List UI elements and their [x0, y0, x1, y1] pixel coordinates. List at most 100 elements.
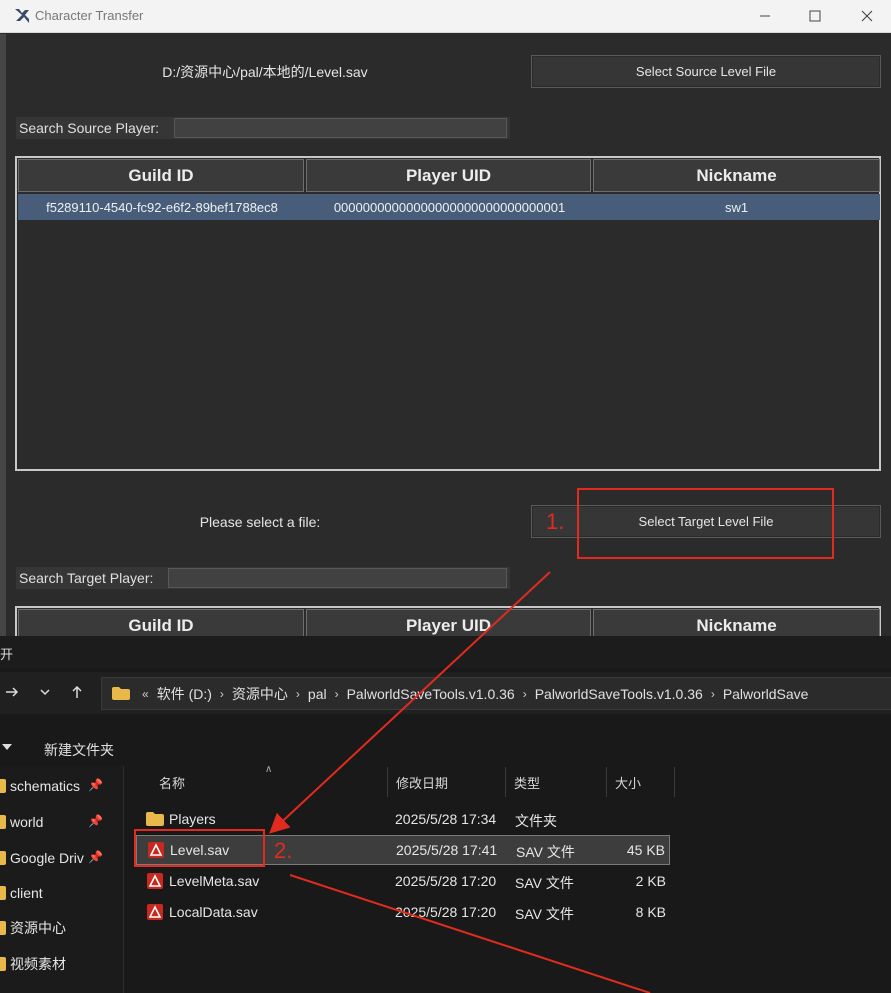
- column-header-type[interactable]: 类型: [506, 767, 607, 797]
- column-player-uid[interactable]: Player UID: [306, 609, 591, 636]
- file-size: 8 KB: [635, 904, 666, 920]
- source-player-table: Guild ID Player UID Nickname f5289110-45…: [15, 156, 881, 471]
- sidebar-item-label: 资源中心: [10, 920, 66, 936]
- folder-icon: [0, 886, 6, 900]
- close-icon: [861, 10, 873, 22]
- file-type: SAV 文件: [516, 844, 575, 860]
- sidebar-item-label: Google Driv: [10, 850, 84, 866]
- folder-icon: [0, 851, 6, 865]
- window-edge: [0, 34, 6, 636]
- file-row-localdata-sav[interactable]: LocalData.sav 2025/5/28 17:20 SAV 文件 8 K…: [136, 898, 670, 926]
- file-type: SAV 文件: [515, 875, 574, 891]
- chevron-right-icon[interactable]: ›: [220, 687, 224, 701]
- chevron-right-icon[interactable]: ›: [296, 687, 300, 701]
- chevron-right-icon[interactable]: ›: [335, 687, 339, 701]
- select-source-level-button[interactable]: Select Source Level File: [531, 55, 881, 88]
- folder-icon: [0, 921, 6, 935]
- sidebar-item-label: schematics: [10, 778, 81, 794]
- column-header-size[interactable]: 大小: [607, 767, 675, 797]
- address-bar-row: « 软件 (D:) › 资源中心 › pal › PalworldSaveToo…: [0, 672, 891, 714]
- annotation-box-step2: [134, 829, 265, 867]
- search-target-label: Search Target Player:: [19, 570, 154, 586]
- file-name: LocalData.sav: [169, 904, 258, 920]
- new-folder-button[interactable]: 新建文件夹: [44, 740, 114, 760]
- annotation-label-step2: 2.: [274, 838, 293, 863]
- up-arrow-icon[interactable]: [67, 682, 87, 702]
- title-bar: Character Transfer: [0, 0, 891, 33]
- folder-icon: [146, 812, 164, 826]
- file-type: SAV 文件: [515, 906, 574, 922]
- file-date: 2025/5/28 17:20: [395, 904, 497, 920]
- minimize-button[interactable]: [740, 0, 790, 32]
- chevron-right-icon[interactable]: ›: [523, 687, 527, 701]
- address-bar[interactable]: « 软件 (D:) › 资源中心 › pal › PalworldSaveToo…: [101, 677, 891, 710]
- target-file-message: Please select a file:: [199, 514, 321, 530]
- sidebar-item-label: client: [10, 885, 43, 901]
- breadcrumb-item[interactable]: pal: [308, 686, 327, 702]
- search-source-label: Search Source Player:: [19, 120, 160, 136]
- explorer-title-fragment: 开: [0, 647, 14, 662]
- column-nickname[interactable]: Nickname: [593, 609, 880, 636]
- column-guild-id[interactable]: Guild ID: [18, 159, 304, 192]
- folder-icon: [0, 779, 6, 793]
- sidebar-item-world[interactable]: world 📌: [0, 811, 120, 833]
- annotation-label-step1: 1.: [546, 509, 565, 534]
- breadcrumb-item[interactable]: PalworldSaveTools.v1.0.36: [535, 686, 703, 702]
- explorer-title-bar: 开: [0, 636, 891, 668]
- cell-player-uid: 00000000000000000000000000000001: [333, 199, 566, 215]
- file-size: 45 KB: [626, 842, 665, 858]
- breadcrumb-item[interactable]: 软件 (D:): [157, 684, 212, 704]
- minimize-icon: [760, 15, 770, 17]
- breadcrumb-item[interactable]: PalworldSaveTools.v1.0.36: [347, 686, 515, 702]
- file-explorer-window: 开 « 软件 (D:) › 资源中心 › pal › PalworldSaveT…: [0, 636, 891, 993]
- column-header-name[interactable]: 名称: [151, 767, 388, 797]
- chevron-right-icon[interactable]: ›: [711, 687, 715, 701]
- sav-file-icon: [147, 904, 163, 920]
- table-header: Guild ID Player UID Nickname: [18, 159, 880, 192]
- sidebar-item-label: 视频素材: [10, 956, 66, 972]
- file-date: 2025/5/28 17:41: [396, 842, 498, 858]
- maximize-button[interactable]: [790, 0, 840, 32]
- file-name: LevelMeta.sav: [169, 873, 260, 889]
- chevron-down-icon[interactable]: [35, 682, 55, 702]
- window-title: Character Transfer: [35, 8, 144, 23]
- search-target-input[interactable]: [168, 568, 507, 588]
- search-source-row: Search Source Player:: [16, 117, 510, 139]
- sidebar-item-label: world: [10, 814, 44, 830]
- sidebar-item-client[interactable]: client: [0, 882, 120, 904]
- file-size: 2 KB: [635, 873, 666, 889]
- sidebar-item-schematics[interactable]: schematics 📌: [0, 775, 120, 797]
- breadcrumb-overflow[interactable]: «: [142, 687, 149, 701]
- search-target-row: Search Target Player:: [16, 567, 510, 589]
- column-nickname[interactable]: Nickname: [593, 159, 880, 192]
- navigation-pane: schematics 📌 world 📌 Google Driv 📌 clien…: [0, 766, 124, 993]
- dropdown-arrow-icon[interactable]: [2, 744, 12, 750]
- file-row-levelmeta-sav[interactable]: LevelMeta.sav 2025/5/28 17:20 SAV 文件 2 K…: [136, 867, 670, 895]
- pin-icon: 📌: [88, 778, 103, 792]
- sav-file-icon: [147, 873, 163, 889]
- close-button[interactable]: [842, 0, 891, 32]
- file-date: 2025/5/28 17:20: [395, 873, 497, 889]
- column-guild-id[interactable]: Guild ID: [18, 609, 304, 636]
- folder-icon: [112, 687, 130, 700]
- sidebar-item-resource-center[interactable]: 资源中心: [0, 917, 120, 939]
- column-header-date[interactable]: 修改日期: [388, 767, 506, 797]
- forward-arrow-icon[interactable]: [2, 682, 22, 702]
- target-player-table: Guild ID Player UID Nickname: [15, 606, 881, 636]
- search-source-input[interactable]: [174, 118, 507, 138]
- sidebar-item-video-material[interactable]: 视频素材: [0, 953, 120, 975]
- cell-guild-id: f5289110-4540-fc92-e6f2-89bef1788ec8: [46, 199, 278, 215]
- column-player-uid[interactable]: Player UID: [306, 159, 591, 192]
- explorer-toolbar: 新建文件夹: [0, 733, 891, 763]
- table-row[interactable]: f5289110-4540-fc92-e6f2-89bef1788ec8 000…: [18, 194, 880, 220]
- maximize-icon: [809, 10, 821, 22]
- file-type: 文件夹: [515, 813, 557, 829]
- breadcrumb-item[interactable]: PalworldSave: [723, 686, 809, 702]
- breadcrumb-item[interactable]: 资源中心: [232, 684, 288, 704]
- annotation-box-step1: [577, 488, 834, 559]
- sidebar-item-google-drive[interactable]: Google Driv 📌: [0, 847, 120, 869]
- pin-icon: 📌: [88, 814, 103, 828]
- folder-icon: [0, 957, 6, 971]
- pin-icon: 📌: [88, 850, 103, 864]
- source-file-path: D:/资源中心/pal/本地的/Level.sav: [162, 64, 368, 80]
